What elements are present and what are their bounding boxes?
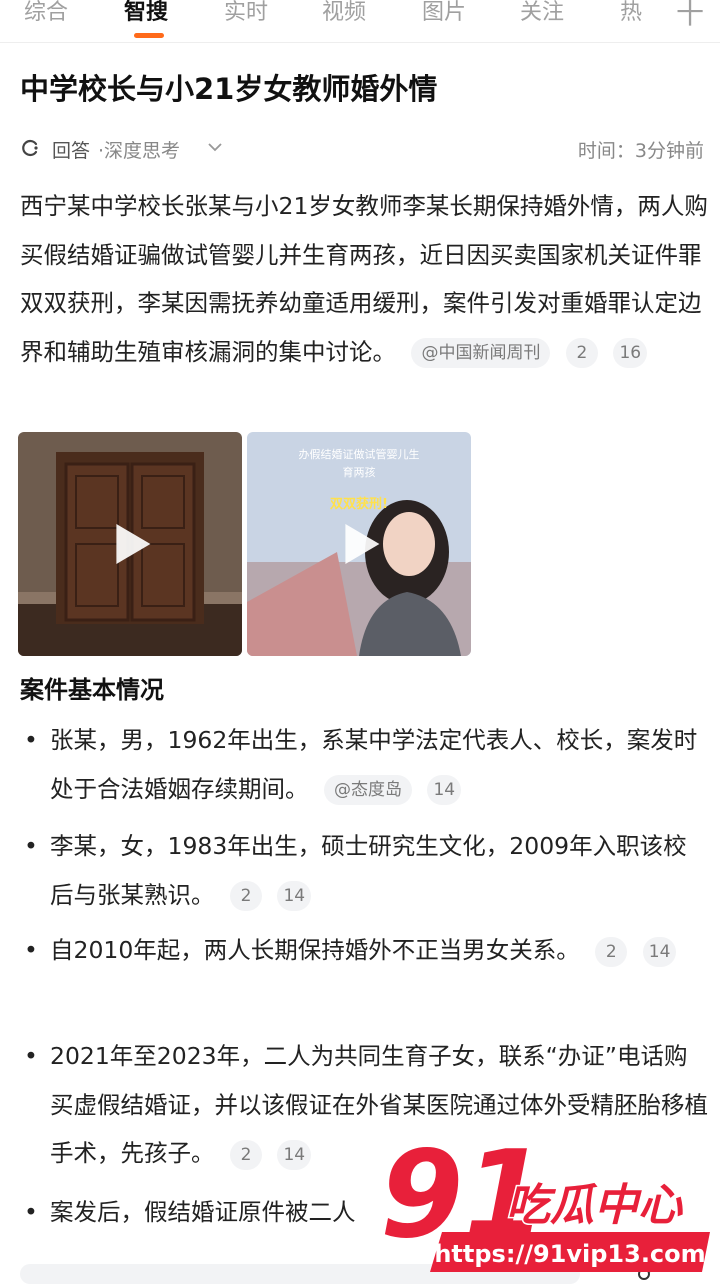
tab-following[interactable]: 关注 <box>520 0 564 26</box>
active-tab-indicator <box>134 33 164 38</box>
reference-count[interactable]: 2 <box>595 936 628 967</box>
answer-summary: 西宁某中学校长张某与小21岁女教师李某长期保持婚外情，两人购买假结婚证骗做试管婴… <box>20 182 710 376</box>
tab-video[interactable]: 视频 <box>322 0 366 26</box>
chevron-down-icon[interactable] <box>208 142 222 152</box>
search-tabs: 综合 智搜 实时 视频 图片 关注 热 十 <box>0 0 720 43</box>
video-caption-line3: 双双获刑! <box>330 496 388 512</box>
watermark-graphic: 91 吃瓜中心 https://91vip13.com <box>378 1124 710 1272</box>
list-item-text: 案发后，假结婚证原件被二人 <box>50 1198 356 1226</box>
tab-comprehensive[interactable]: 综合 <box>24 0 68 26</box>
list-item-text: 自2010年起，两人长期保持婚外不正当男女关系。 <box>50 936 580 964</box>
reference-count[interactable]: 2 <box>229 1139 262 1170</box>
section-title: 案件基本情况 <box>20 676 164 704</box>
reference-count[interactable]: 2 <box>565 338 598 368</box>
tab-smart-search[interactable]: 智搜 <box>124 0 168 26</box>
answer-meta: 回答 ·深度思考 时间：3分钟前 <box>20 136 704 164</box>
reference-count[interactable]: 14 <box>427 775 462 805</box>
source-tag[interactable]: @中国新闻周刊 <box>411 338 551 368</box>
video-caption-line2: 育两孩 <box>343 465 376 479</box>
video-caption-line1: 办假结婚证做试管婴儿生 <box>299 447 420 461</box>
play-icon <box>116 524 151 564</box>
tab-images[interactable]: 图片 <box>422 0 466 26</box>
tab-hot[interactable]: 热 <box>620 0 642 26</box>
bullet-dot: • <box>24 1042 38 1070</box>
play-icon <box>345 524 380 564</box>
bullet-dot: • <box>24 832 38 860</box>
more-tabs-icon[interactable]: 十 <box>676 0 704 32</box>
reference-count[interactable]: 16 <box>613 338 648 368</box>
answer-label: 回答 <box>52 140 91 162</box>
video-thumbnail-anchor[interactable]: 办假结婚证做试管婴儿生 育两孩 双双获刑! <box>247 432 471 656</box>
page-title: 中学校长与小21岁女教师婚外情 <box>20 72 438 106</box>
reference-count[interactable]: 14 <box>642 936 677 967</box>
list-item: • 自2010年起，两人长期保持婚外不正当男女关系。 2 14 <box>24 926 710 975</box>
list-item-text: 李某，女，1983年出生，硕士研究生文化，2009年入职该校后与张某熟识。 <box>50 832 687 909</box>
tab-realtime[interactable]: 实时 <box>224 0 268 26</box>
summary-text: 西宁某中学校长张某与小21岁女教师李某长期保持婚外情，两人购买假结婚证骗做试管婴… <box>20 192 708 366</box>
video-thumbnail-door[interactable] <box>18 432 242 656</box>
reference-count[interactable]: 14 <box>277 1139 312 1170</box>
reference-count[interactable]: 2 <box>229 881 262 911</box>
list-item: • 李某，女，1983年出生，硕士研究生文化，2009年入职该校后与张某熟识。 … <box>24 822 710 919</box>
bullet-dot: • <box>24 1198 38 1226</box>
timestamp: 时间：3分钟前 <box>577 140 704 162</box>
deep-think-icon <box>22 139 38 157</box>
bullet-dot: • <box>24 936 38 964</box>
deep-think-toggle[interactable]: ·深度思考 <box>98 136 180 163</box>
list-item-text-tail: 孩子。 <box>144 1139 215 1167</box>
watermark-logo: 91 吃瓜中心 https://91vip13.com <box>378 1124 720 1280</box>
source-tag[interactable]: @态度岛 <box>323 775 412 805</box>
watermark-url: https://91vip13.com <box>434 1240 705 1268</box>
bullet-dot: • <box>24 726 38 754</box>
list-item: • 张某，男，1962年出生，系某中学法定代表人、校长，案发时处于合法婚姻存续期… <box>24 716 710 813</box>
reference-count[interactable]: 14 <box>277 881 312 911</box>
watermark-cn-text: 吃瓜中心 <box>506 1180 684 1231</box>
